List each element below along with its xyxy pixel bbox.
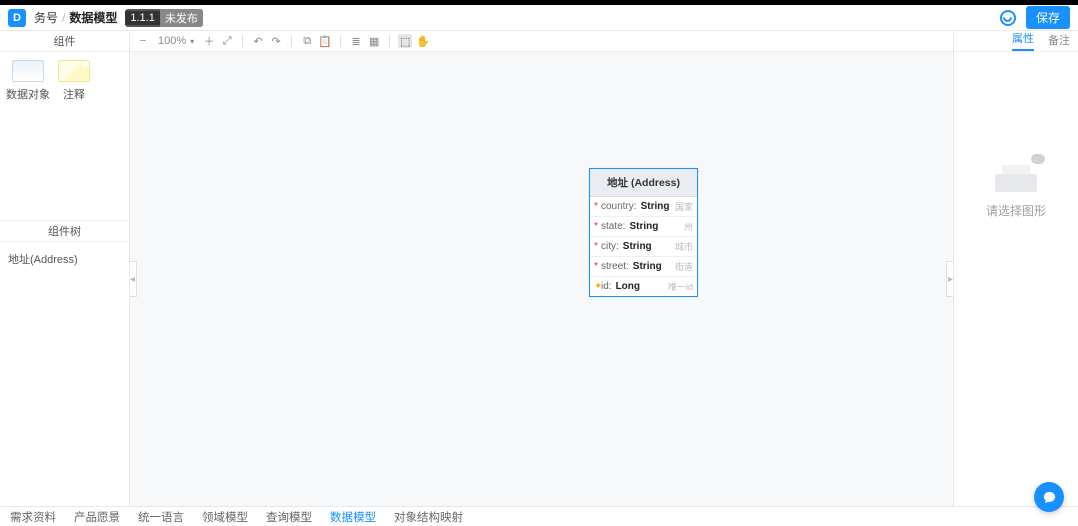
tool-note-label: 注释 (63, 86, 85, 102)
tool-note[interactable]: 注释 (58, 60, 90, 102)
components-panel-title: 组件 (0, 31, 129, 52)
chevron-down-icon: ▾ (190, 37, 194, 46)
field-type: String (629, 221, 658, 232)
empty-tray-icon (995, 162, 1037, 192)
field-desc: 国家 (675, 200, 693, 213)
canvas-toolbar: − 100% ▾ ＋ ⤢ ↶ ↷ ⧉ 📋 ≣ ▦ ⬚ ✋ (130, 31, 953, 52)
chat-icon (1042, 490, 1057, 505)
toolbar-separator (291, 35, 292, 47)
version-number: 1.1.1 (125, 11, 159, 25)
field-desc: 州 (684, 220, 693, 233)
data-object-icon (12, 60, 44, 82)
chat-fab[interactable] (1034, 482, 1064, 512)
pointer-tool-icon[interactable]: ⬚ (398, 34, 412, 48)
footer-tab-requirements[interactable]: 需求资料 (10, 506, 56, 526)
field-type: Long (616, 281, 640, 292)
redo-icon[interactable]: ↷ (269, 34, 283, 48)
required-marker-icon: * (594, 221, 598, 232)
canvas-area: − 100% ▾ ＋ ⤢ ↶ ↷ ⧉ 📋 ≣ ▦ ⬚ ✋ ◂ ▸ 地址 (Addr… (130, 31, 953, 506)
right-tabs: 属性 备注 (954, 31, 1078, 52)
grid-icon[interactable]: ▦ (367, 34, 381, 48)
field-name: city: (601, 241, 619, 252)
key-marker-icon: ✦ (594, 281, 598, 292)
list-icon[interactable]: ≣ (349, 34, 363, 48)
copy-icon[interactable]: ⧉ (300, 34, 314, 48)
required-marker-icon: * (594, 261, 598, 272)
field-type: String (641, 201, 670, 212)
footer-tab-query-model[interactable]: 查询模型 (266, 506, 312, 526)
version-badge: 1.1.1 未发布 (125, 9, 202, 27)
entity-field-row[interactable]: *street: String 街道 (590, 257, 697, 277)
right-panel: 属性 备注 请选择图形 (953, 31, 1078, 506)
component-tree-title: 组件树 (0, 220, 129, 242)
toolbar-separator (340, 35, 341, 47)
footer-tab-domain-model[interactable]: 领域模型 (202, 506, 248, 526)
field-name: street: (601, 261, 629, 272)
footer-tab-language[interactable]: 统一语言 (138, 506, 184, 526)
fit-screen-icon[interactable]: ⤢ (220, 34, 234, 48)
tab-properties[interactable]: 属性 (1012, 30, 1034, 51)
field-type: String (633, 261, 662, 272)
collapse-left-panel-handle[interactable]: ◂ (130, 261, 137, 297)
field-desc: 唯一id (668, 280, 693, 293)
collapse-right-panel-handle[interactable]: ▸ (946, 261, 953, 297)
zoom-level[interactable]: 100% ▾ (158, 35, 194, 47)
footer-tabs: 需求资料 产品愿景 统一语言 领域模型 查询模型 数据模型 对象结构映射 (0, 506, 1078, 526)
field-type: String (623, 241, 652, 252)
entity-field-row[interactable]: *city: String 城市 (590, 237, 697, 257)
workspace: 组件 数据对象 注释 组件树 地址(Address) − 100% ▾ ＋ ⤢ ↶… (0, 31, 1078, 506)
zoom-out-icon[interactable]: − (136, 34, 150, 48)
entity-title: 地址 (Address) (590, 169, 697, 197)
footer-tab-data-model[interactable]: 数据模型 (330, 506, 376, 526)
breadcrumb-root[interactable]: 务号 (34, 9, 58, 26)
field-name: id: (601, 281, 612, 292)
tool-data-object-label: 数据对象 (6, 86, 50, 102)
field-name: country: (601, 201, 637, 212)
toolbar-separator (242, 35, 243, 47)
entity-card-address[interactable]: 地址 (Address) *country:String国家*state:Str… (589, 168, 698, 297)
tool-data-object[interactable]: 数据对象 (6, 60, 50, 102)
footer-tab-mapping[interactable]: 对象结构映射 (394, 506, 463, 526)
hand-tool-icon[interactable]: ✋ (416, 34, 430, 48)
paste-icon[interactable]: 📋 (318, 34, 332, 48)
sync-icon[interactable] (1000, 10, 1016, 26)
breadcrumb: 务号 / 数据模型 (34, 9, 117, 26)
entity-field-row[interactable]: ✦id: Long 唯一id (590, 277, 697, 296)
tab-comments[interactable]: 备注 (1048, 32, 1070, 51)
field-desc: 街道 (675, 260, 693, 273)
tree-item-address[interactable]: 地址(Address) (6, 248, 123, 270)
properties-empty-state: 请选择图形 (954, 52, 1078, 506)
zoom-in-icon[interactable]: ＋ (202, 34, 216, 48)
required-marker-icon: * (594, 201, 598, 212)
app-header: D 务号 / 数据模型 1.1.1 未发布 保存 (0, 5, 1078, 31)
toolbar-separator (389, 35, 390, 47)
entity-field-row[interactable]: *country: String 国家 (590, 197, 697, 217)
empty-state-text: 请选择图形 (986, 202, 1046, 219)
app-logo[interactable]: D (8, 9, 26, 27)
zoom-value: 100% (158, 35, 186, 47)
breadcrumb-current[interactable]: 数据模型 (69, 9, 117, 26)
breadcrumb-separator: / (62, 11, 65, 25)
left-panel: 组件 数据对象 注释 组件树 地址(Address) (0, 31, 130, 506)
canvas[interactable]: ◂ ▸ 地址 (Address) *country:String国家*state… (130, 52, 953, 506)
field-name: state: (601, 221, 625, 232)
note-icon (58, 60, 90, 82)
entity-field-row[interactable]: *state: String 州 (590, 217, 697, 237)
component-palette: 数据对象 注释 (0, 52, 129, 110)
field-desc: 城市 (675, 240, 693, 253)
version-status: 未发布 (160, 9, 203, 27)
required-marker-icon: * (594, 241, 598, 252)
component-tree: 地址(Address) (0, 242, 129, 276)
footer-tab-vision[interactable]: 产品愿景 (74, 506, 120, 526)
undo-icon[interactable]: ↶ (251, 34, 265, 48)
save-button[interactable]: 保存 (1026, 6, 1070, 29)
